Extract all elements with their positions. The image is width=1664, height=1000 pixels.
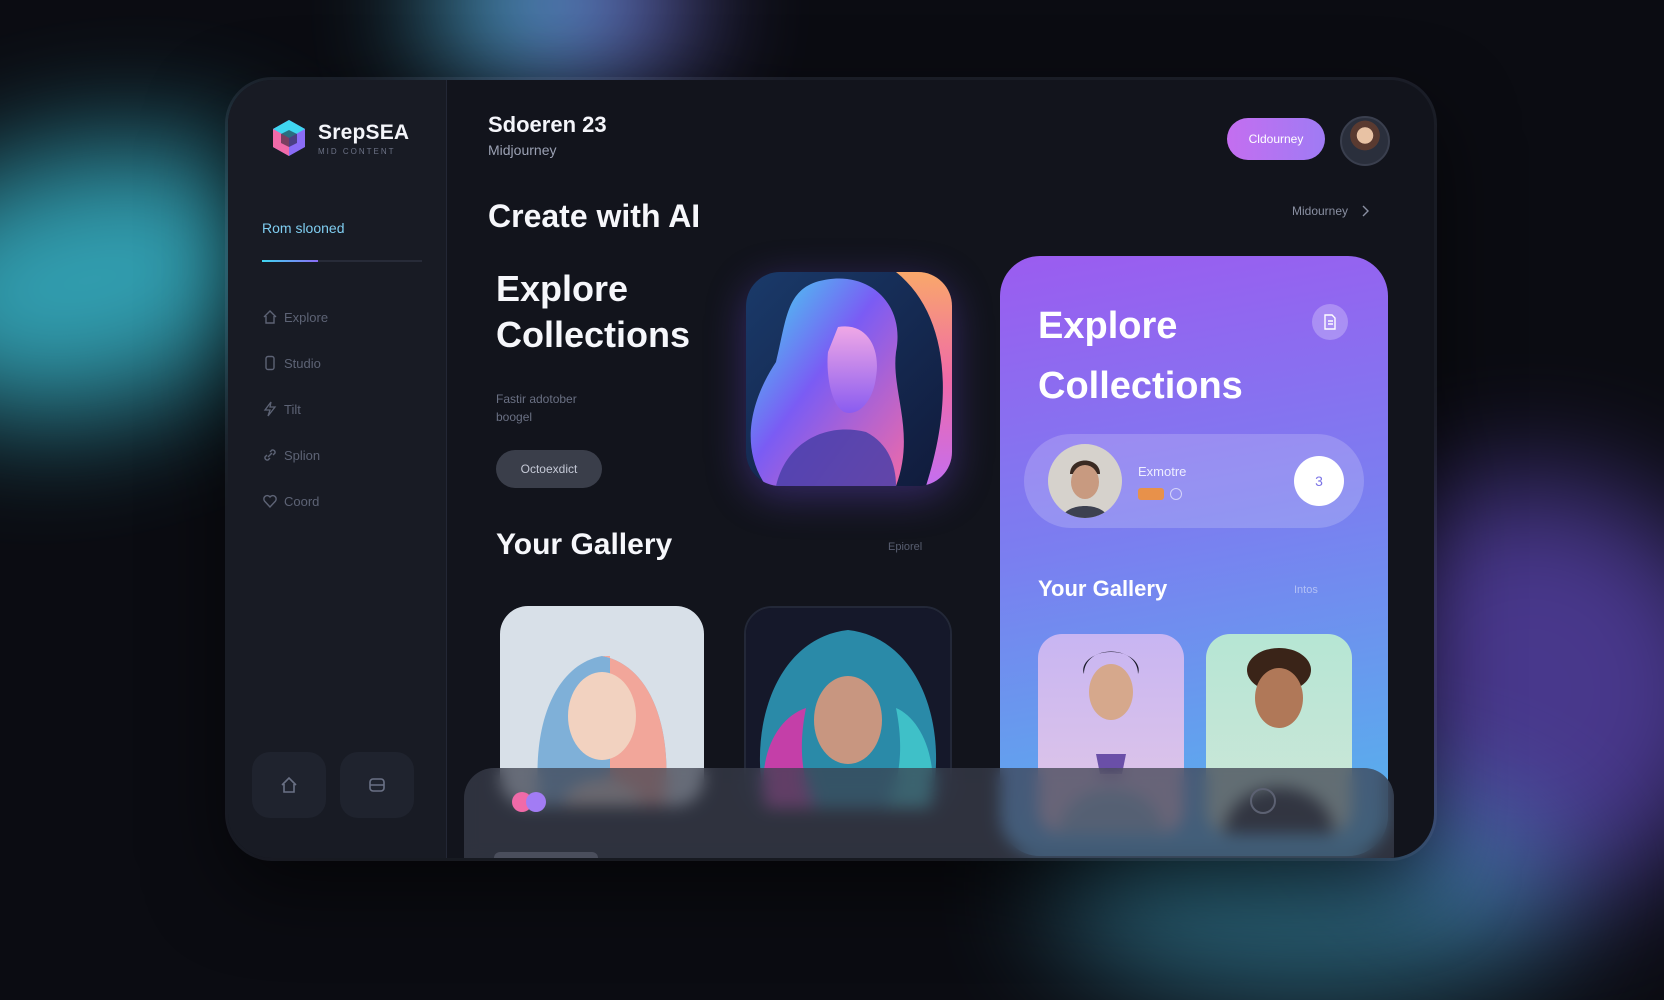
explore-button[interactable]: Octoexdict [496,450,602,488]
panel-title-line1: Explore [1038,305,1178,347]
header-link[interactable]: Midourney [1292,204,1370,218]
profile-name: Exmotre [1138,464,1187,479]
explore-title-line2: Collections [496,314,691,355]
profile-avatar-image [1048,444,1122,518]
sidebar-bottom-actions [252,752,414,818]
sidebar-item-label: Coord [284,493,320,509]
sidebar-active-item[interactable]: Rom slooned [262,220,345,236]
bolt-icon [263,401,277,417]
header-subtitle: Midjourney [488,142,557,158]
sidebar-item-label: Tilt [284,401,301,417]
link-icon [264,449,276,461]
panel-title-line2: Collections [1038,365,1243,407]
sidebar: SrepSEA MID CONTENT Rom slooned Explore … [228,80,447,858]
explore-title-line1: Explore [496,268,629,309]
sidebar-item-coord[interactable]: Coord [262,478,328,524]
dock-bar [494,852,598,858]
bottom-dock [464,768,1394,858]
status-badge [1138,488,1164,500]
brand[interactable]: SrepSEA MID CONTENT [270,118,409,158]
sidebar-item-splion[interactable]: Splion [262,432,328,478]
info-icon [1170,488,1182,500]
panel-title: Explore Collections [1038,296,1243,416]
profile-card[interactable]: Exmotre 3 [1024,434,1364,528]
panel-gallery-link[interactable]: Intos [1294,584,1318,596]
dock-dots-icon[interactable] [512,792,546,812]
layers-icon [369,778,385,792]
phone-icon [265,355,275,371]
profile-count-button[interactable]: 3 [1294,456,1344,506]
background-glow [430,0,690,90]
sidebar-item-studio[interactable]: Studio [262,340,328,386]
logo-icon [273,120,305,156]
sidebar-item-tilt[interactable]: Tilt [262,386,328,432]
app-window: SrepSEA MID CONTENT Rom slooned Explore … [228,80,1434,858]
hero-artwork-image [746,272,952,486]
heart-icon [263,494,277,509]
explore-title: Explore Collections [496,266,690,358]
gallery-title: Your Gallery [496,528,673,561]
sidebar-item-explore[interactable]: Explore [262,294,328,340]
layers-button[interactable] [340,752,414,818]
home-icon [281,776,297,793]
collections-panel: Explore Collections Exmotre 3 Your Galle… [1000,256,1388,856]
user-avatar[interactable] [1340,116,1390,166]
sidebar-item-label: Explore [284,309,329,325]
sidebar-item-label: Studio [284,355,321,371]
home-icon [263,310,277,324]
profile-avatar [1048,444,1122,518]
sidebar-active-indicator [262,260,422,262]
document-icon[interactable] [1312,304,1348,340]
explore-description: Fastir adotober boogel [496,392,577,424]
chevron-right-icon [1362,205,1370,217]
hero-artwork[interactable] [746,272,952,486]
sidebar-nav: Explore Studio Tilt Splion Coord [262,294,328,524]
page-title: Create with AI [488,198,701,234]
profile-tags [1138,488,1182,500]
header-link-label: Midourney [1292,204,1349,218]
header-title: Sdoeren 23 [488,112,607,137]
home-button[interactable] [252,752,326,818]
brand-subtitle: MID CONTENT [318,146,396,156]
brand-name: SrepSEA [318,120,410,144]
gallery-link[interactable]: Epiorel [888,541,922,553]
sidebar-item-label: Splion [284,447,321,463]
dock-circle-button[interactable] [1250,788,1276,814]
panel-gallery-title: Your Gallery [1038,576,1168,601]
document-icon-glyph [1324,314,1336,330]
cta-pill-button[interactable]: Cldourney [1227,118,1325,160]
